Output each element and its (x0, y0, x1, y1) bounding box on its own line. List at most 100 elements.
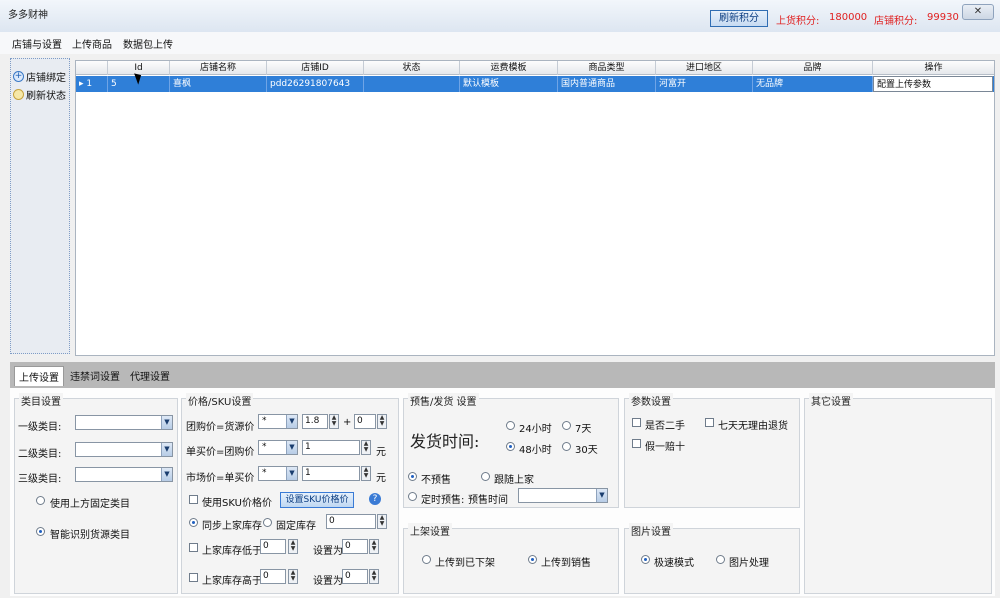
ship-7d-label: 7天 (575, 424, 592, 435)
grid-header-brand[interactable]: 品牌 (753, 61, 873, 75)
category-smart-radio[interactable] (36, 527, 45, 536)
category-level1-select[interactable]: ▼ (75, 415, 173, 430)
sidebar-item-refresh-status[interactable]: 刷新状态 (13, 87, 66, 102)
stock-below-input[interactable]: 0 (260, 539, 286, 554)
plus-icon: + (13, 71, 24, 82)
stock-below-label: 上家库存低于 (202, 546, 262, 557)
market-price-factor-spinner[interactable]: ▲ ▼ (361, 466, 371, 481)
presale-time-select[interactable]: ▼ (518, 488, 608, 503)
tab-banned-words[interactable]: 违禁词设置 (70, 368, 120, 383)
group-price-label: 团购价=货源价 (186, 422, 255, 433)
set-to-input-2[interactable]: 0 (342, 569, 368, 584)
configure-upload-button[interactable]: 配置上传参数 (873, 76, 993, 92)
refresh-icon (13, 89, 24, 100)
category-level3-select[interactable]: ▼ (75, 467, 173, 482)
grid-header-status[interactable]: 状态 (364, 61, 460, 75)
grid-header: Id 店铺名称 店铺ID 状态 运费模板 商品类型 进口地区 品牌 操作 (76, 61, 994, 75)
market-price-operator[interactable]: * ▼ (258, 466, 298, 481)
group-price-add[interactable]: 0 (354, 414, 376, 429)
ship-48h-radio[interactable] (506, 442, 515, 451)
menu-bar: 店铺与设置 上传商品 数据包上传 (0, 32, 1000, 54)
row-product-type: 国内普通商品 (558, 76, 656, 92)
ship-time-label: 发货时间: (410, 432, 480, 451)
sidebar: + 店铺绑定 刷新状态 (10, 58, 70, 354)
grid-header-store-name[interactable]: 店铺名称 (170, 61, 267, 75)
row-brand: 无品牌 (753, 76, 873, 92)
stock-fixed-spinner[interactable]: ▲ ▼ (377, 514, 387, 529)
set-to-label-1: 设置为 (313, 546, 343, 557)
upload-points-value: 180000 (829, 12, 868, 23)
no-presale-radio[interactable] (408, 472, 417, 481)
tab-proxy-settings[interactable]: 代理设置 (130, 368, 170, 383)
grid-header-action[interactable]: 操作 (873, 61, 994, 75)
ship-24h-radio[interactable] (506, 421, 515, 430)
params-group-title: 参数设置 (629, 393, 673, 408)
table-row[interactable]: ▸ 1 5 喜枫 pdd26291807643 默认模板 国内普通商品 河富开 … (76, 76, 994, 92)
chevron-down-icon: ▼ (161, 443, 172, 456)
menu-store-settings[interactable]: 店铺与设置 (12, 36, 62, 51)
chevron-down-icon: ▼ (286, 441, 297, 454)
set-to-input-1[interactable]: 0 (342, 539, 368, 554)
stock-above-spinner[interactable]: ▲ ▼ (288, 569, 298, 584)
grid-header-store-id[interactable]: 店铺ID (267, 61, 364, 75)
listing-offshelf-label: 上传到已下架 (435, 558, 495, 569)
refresh-points-button[interactable]: 刷新积分 (710, 10, 768, 27)
market-price-factor[interactable]: 1 (302, 466, 360, 481)
ship-7d-radio[interactable] (562, 421, 571, 430)
title-bar: 多多财神 刷新积分 上货积分: 180000 店铺积分: 99930 ✕ (0, 0, 1000, 32)
category-fixed-radio[interactable] (36, 496, 45, 505)
seven-day-return-checkbox[interactable] (705, 418, 714, 427)
listing-onsale-radio[interactable] (528, 555, 537, 564)
set-sku-price-button[interactable]: 设置SKU价格价 (280, 492, 354, 508)
fake-one-checkbox[interactable] (632, 439, 641, 448)
stock-above-input[interactable]: 0 (260, 569, 286, 584)
image-process-label: 图片处理 (729, 558, 769, 569)
use-sku-price-checkbox[interactable] (189, 495, 198, 504)
set-to-spinner-2[interactable]: ▲ ▼ (369, 569, 379, 584)
follow-upstream-radio[interactable] (481, 472, 490, 481)
close-icon: ✕ (973, 6, 983, 17)
store-grid: Id 店铺名称 店铺ID 状态 运费模板 商品类型 进口地区 品牌 操作 ▸ 1… (75, 60, 995, 356)
stock-below-checkbox[interactable] (189, 543, 198, 552)
set-to-spinner-1[interactable]: ▲ ▼ (369, 539, 379, 554)
category-level2-select[interactable]: ▼ (75, 442, 173, 457)
category-smart-label: 智能识别货源类目 (50, 530, 130, 541)
menu-upload-products[interactable]: 上传商品 (72, 36, 112, 51)
single-price-factor[interactable]: 1 (302, 440, 360, 455)
single-price-factor-spinner[interactable]: ▲ ▼ (361, 440, 371, 455)
presale-time-label: 预售时间 (468, 495, 508, 506)
ship-30d-radio[interactable] (562, 442, 571, 451)
stock-above-checkbox[interactable] (189, 573, 198, 582)
fast-mode-radio[interactable] (641, 555, 650, 564)
grid-header-product-type[interactable]: 商品类型 (558, 61, 656, 75)
ship-30d-label: 30天 (575, 445, 598, 456)
image-process-radio[interactable] (716, 555, 725, 564)
group-price-factor[interactable]: 1.8 (302, 414, 328, 429)
stock-sync-radio[interactable] (189, 518, 198, 527)
group-price-operator[interactable]: * ▼ (258, 414, 298, 429)
second-hand-checkbox[interactable] (632, 418, 641, 427)
tab-upload-settings[interactable]: 上传设置 (14, 366, 64, 386)
category-group-title: 类目设置 (19, 393, 63, 408)
stock-fixed-input[interactable]: 0 (326, 514, 376, 529)
params-group: 参数设置 (624, 393, 800, 508)
fast-mode-label: 极速模式 (654, 558, 694, 569)
stock-below-spinner[interactable]: ▲ ▼ (288, 539, 298, 554)
menu-package-upload[interactable]: 数据包上传 (123, 36, 173, 51)
market-price-unit: 元 (376, 473, 386, 484)
row-status (364, 76, 460, 92)
sidebar-item-bind-store[interactable]: + 店铺绑定 (13, 69, 66, 84)
settings-tabbar: 上传设置 违禁词设置 代理设置 (10, 362, 995, 388)
close-button[interactable]: ✕ (962, 4, 994, 20)
group-price-factor-spinner[interactable]: ▲ ▼ (329, 414, 339, 429)
group-price-add-spinner[interactable]: ▲ ▼ (377, 414, 387, 429)
listing-offshelf-radio[interactable] (422, 555, 431, 564)
grid-header-import-region[interactable]: 进口地区 (656, 61, 753, 75)
stock-fixed-radio[interactable] (263, 518, 272, 527)
listing-group-title: 上架设置 (408, 523, 452, 538)
help-icon[interactable]: ? (369, 493, 381, 505)
timed-presale-radio[interactable] (408, 492, 417, 501)
timed-presale-label: 定时预售: (421, 495, 465, 506)
single-price-operator[interactable]: * ▼ (258, 440, 298, 455)
grid-header-shipping-template[interactable]: 运费模板 (460, 61, 558, 75)
